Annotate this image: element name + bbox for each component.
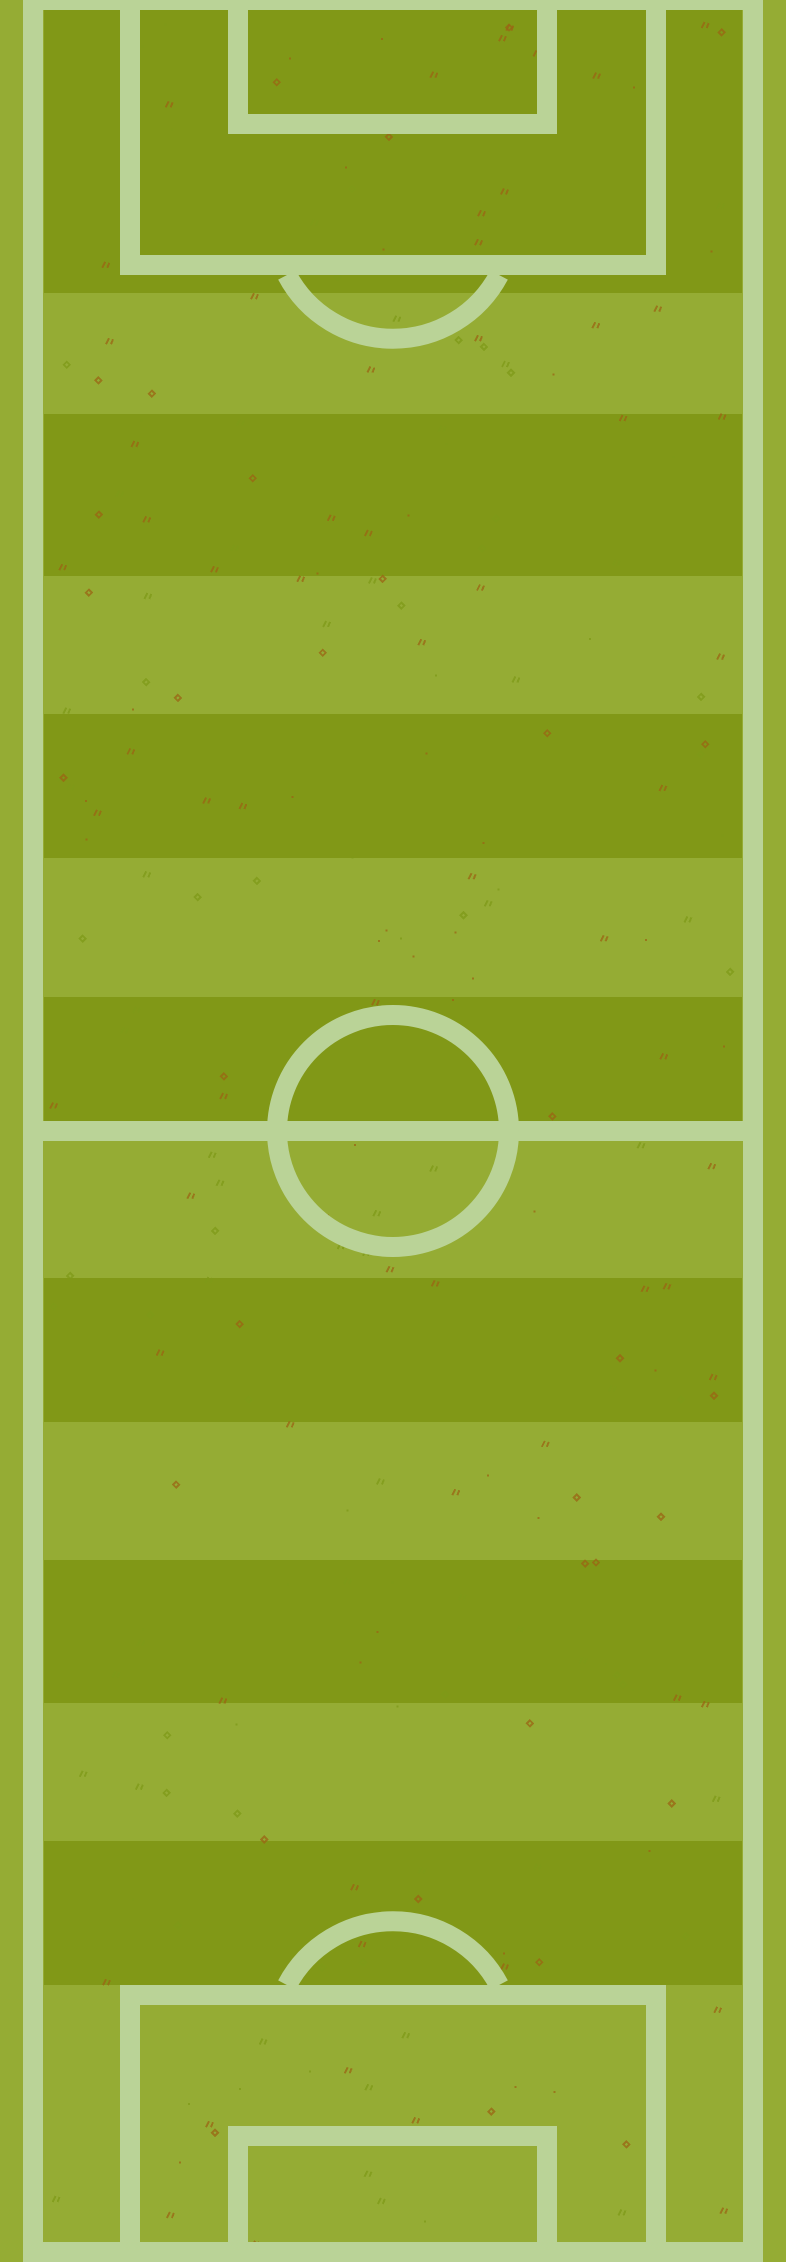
soccer-pitch xyxy=(0,0,786,2262)
grass-stripe-dark xyxy=(44,714,742,858)
grass-stripe-light xyxy=(44,293,742,414)
grass-stripe-dark xyxy=(44,414,742,576)
grass-stripe-light xyxy=(44,1422,742,1560)
grass-stripe-light xyxy=(44,1985,742,2252)
grass-stripe-light xyxy=(44,1703,742,1841)
grass-stripe-dark xyxy=(44,1278,742,1422)
grass-stripe-dark xyxy=(44,10,742,293)
grass-stripe-light xyxy=(44,576,742,714)
grass-stripe-light xyxy=(44,858,742,997)
